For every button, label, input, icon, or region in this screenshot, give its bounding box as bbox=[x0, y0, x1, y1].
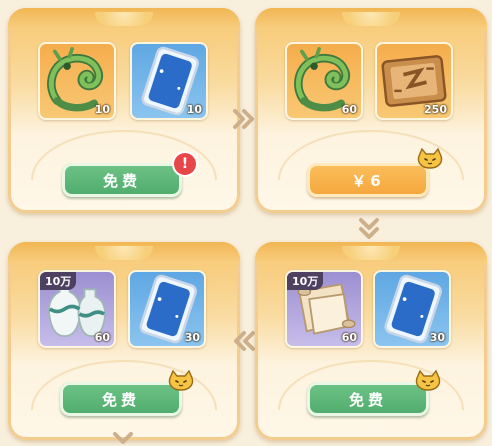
reward-item-porcelain-vases[interactable]: 10万 60 bbox=[38, 270, 116, 348]
panel-header-ornament bbox=[8, 242, 240, 264]
reward-tier-3: 10万 60 30 免费 bbox=[8, 242, 240, 440]
reward-item-jade-dragon[interactable]: 60 bbox=[285, 42, 363, 120]
cat-icon bbox=[417, 148, 443, 170]
purchase-button[interactable]: ￥6 bbox=[307, 163, 429, 197]
alert-badge: ! bbox=[174, 153, 196, 175]
reward-item-blue-moon-card[interactable]: 10 bbox=[130, 42, 208, 120]
reward-item-blue-moon-card[interactable]: 30 bbox=[373, 270, 451, 348]
panel-header-ornament bbox=[8, 8, 240, 30]
item-value-tag: 10万 bbox=[40, 272, 77, 290]
claim-free-button[interactable]: 免费 bbox=[307, 382, 429, 416]
reward-item-jade-dragon[interactable]: 10 bbox=[38, 42, 116, 120]
cat-icon bbox=[415, 370, 441, 392]
claim-free-button[interactable]: 免费 bbox=[60, 382, 182, 416]
item-quantity: 10 bbox=[186, 103, 202, 116]
panel-header-ornament bbox=[255, 8, 487, 30]
item-quantity: 250 bbox=[424, 103, 447, 116]
claim-free-button[interactable]: 免费 bbox=[62, 163, 182, 197]
reward-item-bronze-plaque[interactable]: 250 bbox=[375, 42, 453, 120]
item-quantity: 60 bbox=[94, 331, 110, 344]
item-quantity: 30 bbox=[429, 331, 445, 344]
chevron-left-icon bbox=[234, 331, 255, 351]
item-value-tag: 10万 bbox=[287, 272, 324, 290]
reward-item-scroll-paper[interactable]: 10万 60 bbox=[285, 270, 363, 348]
item-quantity: 30 bbox=[184, 331, 200, 344]
chevron-right-icon bbox=[233, 109, 254, 129]
reward-tier-4: 10万 60 30 免费 bbox=[255, 242, 487, 440]
panel-header-ornament bbox=[255, 242, 487, 264]
item-quantity: 10 bbox=[94, 103, 110, 116]
cat-icon bbox=[168, 370, 194, 392]
reward-item-blue-moon-card[interactable]: 30 bbox=[128, 270, 206, 348]
chevron-down-icon bbox=[359, 218, 379, 239]
item-quantity: 60 bbox=[341, 331, 357, 344]
item-quantity: 60 bbox=[341, 103, 357, 116]
reward-tier-2: 60 250 ￥6 bbox=[255, 8, 487, 213]
reward-tier-1: 10 10 免费 ! bbox=[8, 8, 240, 213]
